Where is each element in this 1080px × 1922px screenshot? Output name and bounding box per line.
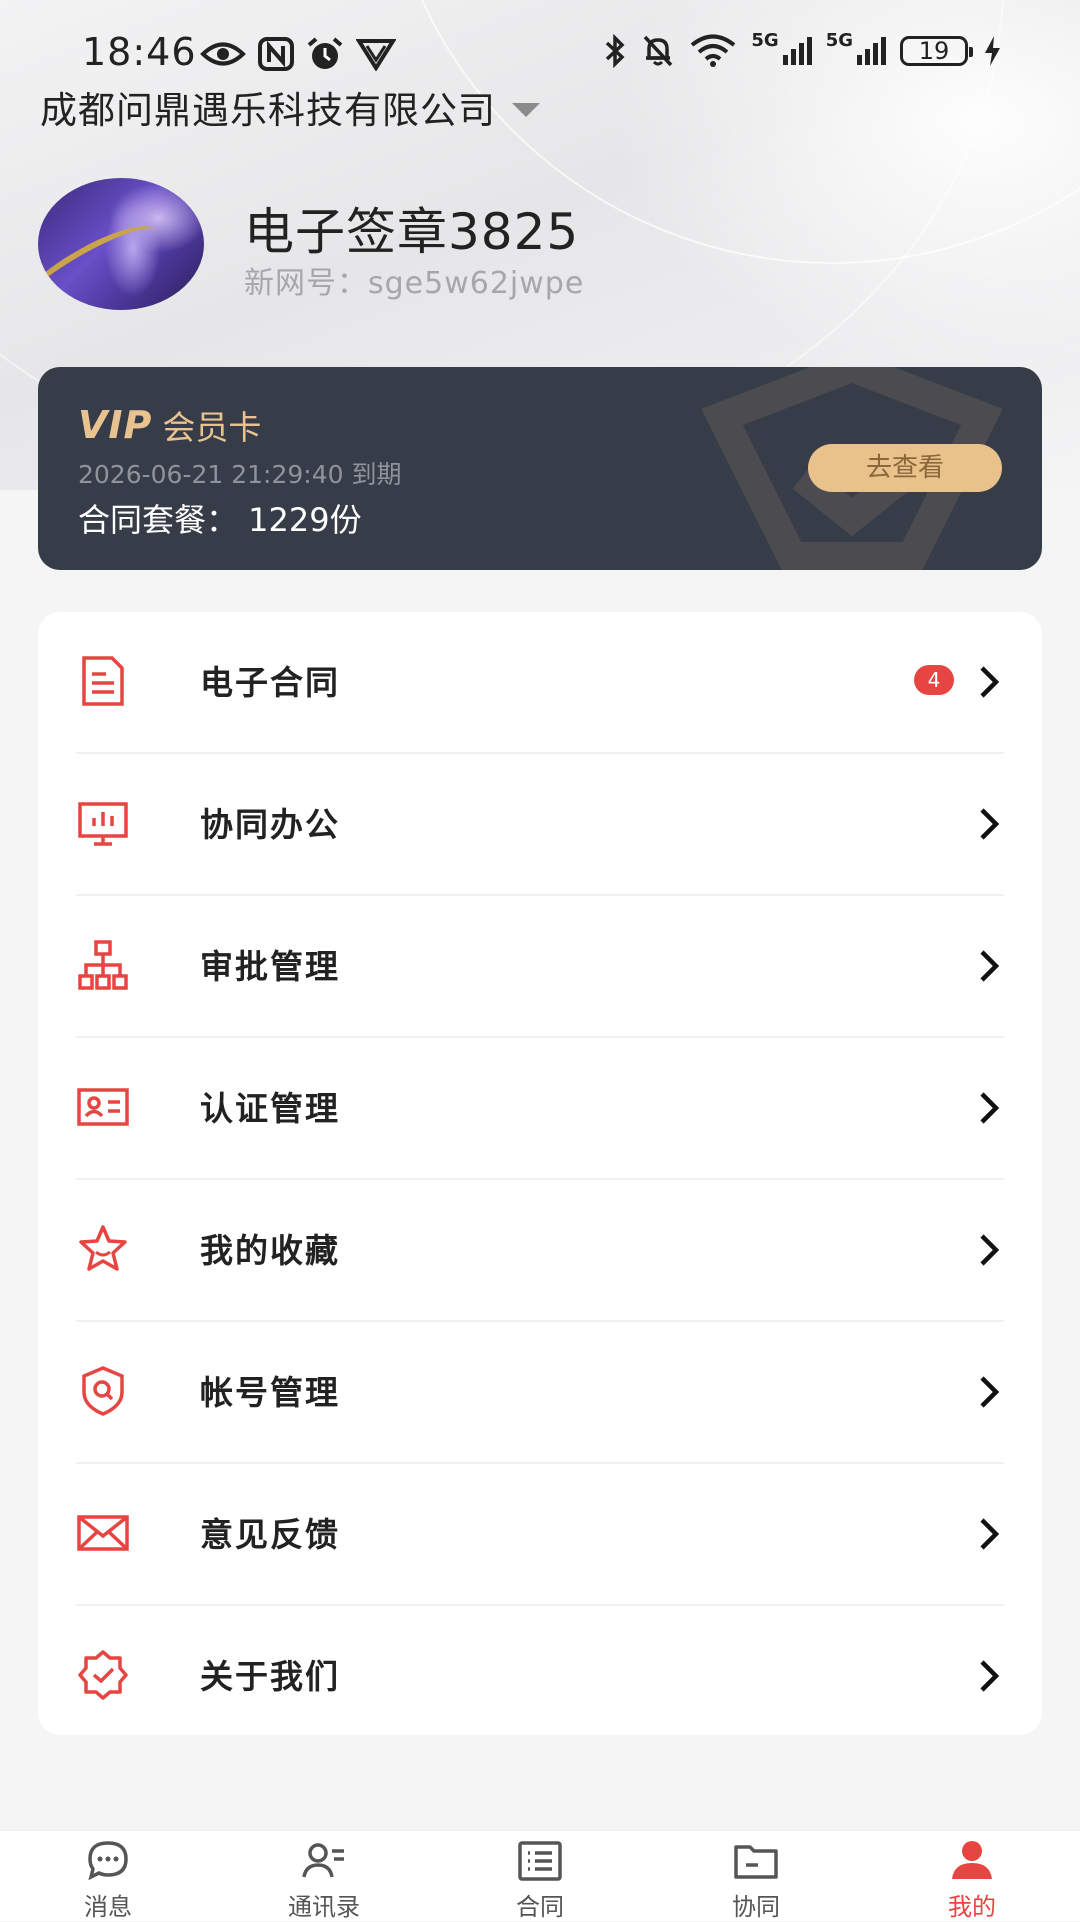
- notification-badge: 4: [914, 665, 954, 695]
- status-left-icons: [200, 36, 396, 72]
- menu-item-label: 关于我们: [200, 1657, 340, 1696]
- nav-label: 消息: [84, 1893, 132, 1921]
- menu-item-account[interactable]: 帐号管理: [76, 1320, 1004, 1462]
- vpn-shield-icon: [356, 39, 396, 71]
- monitor-icon: [78, 802, 128, 846]
- badge-check-icon: [78, 1650, 128, 1700]
- chevron-right-icon: [980, 1092, 1000, 1124]
- user-id-value: sge5w62jwpe: [368, 266, 585, 301]
- user-id-row: 新网号：sge5w62jwpe: [244, 258, 584, 302]
- chevron-right-icon: [980, 950, 1000, 982]
- battery-icon: 19: [900, 36, 973, 66]
- nav-item-collaboration[interactable]: 协同: [648, 1831, 864, 1921]
- caret-down-icon: [512, 103, 540, 117]
- company-name: 成都问鼎遇乐科技有限公司: [40, 89, 496, 132]
- vip-expire-date: 2026-06-21 21:29:40 到期: [78, 460, 402, 489]
- vip-card[interactable]: VIP 会员卡 2026-06-21 21:29:40 到期 合同套餐： 122…: [38, 367, 1042, 570]
- menu-item-verification[interactable]: 认证管理: [76, 1036, 1004, 1178]
- bottom-nav: 消息 通讯录 合同 协同 我的: [0, 1830, 1080, 1921]
- company-selector[interactable]: 成都问鼎遇乐科技有限公司: [40, 80, 540, 134]
- document-icon: [82, 656, 124, 706]
- nav-label: 协同: [732, 1893, 780, 1921]
- menu-item-feedback[interactable]: 意见反馈: [76, 1462, 1004, 1604]
- menu-item-label: 协同办公: [200, 805, 340, 844]
- charging-icon: [985, 36, 1000, 66]
- nav-item-contacts[interactable]: 通讯录: [216, 1831, 432, 1921]
- menu-item-label: 电子合同: [200, 663, 340, 702]
- org-chart-icon: [78, 940, 128, 990]
- chevron-right-icon: [980, 808, 1000, 840]
- id-card-icon: [77, 1088, 129, 1126]
- status-time: 18:46: [82, 30, 197, 74]
- shield-search-icon: [82, 1366, 124, 1416]
- vip-plan-quota: 合同套餐： 1229份: [78, 501, 362, 539]
- menu-item-about[interactable]: 关于我们: [76, 1604, 1004, 1746]
- signal-5g-icon: 5G: [826, 30, 886, 65]
- menu-item-label: 认证管理: [200, 1089, 340, 1128]
- menu-item-approval[interactable]: 审批管理: [76, 894, 1004, 1036]
- chat-icon: [88, 1841, 128, 1881]
- nav-item-mine[interactable]: 我的: [864, 1831, 1080, 1921]
- nav-label: 通讯录: [288, 1893, 360, 1921]
- chevron-right-icon: [980, 1660, 1000, 1692]
- mail-icon: [77, 1515, 129, 1551]
- vip-title-row: VIP 会员卡: [78, 401, 261, 449]
- menu-item-favorites[interactable]: 我的收藏: [76, 1178, 1004, 1320]
- mute-bell-icon: [644, 35, 673, 67]
- bluetooth-icon: [606, 34, 625, 68]
- vip-logo: VIP: [78, 403, 153, 447]
- user-id-label: 新网号：: [244, 266, 368, 301]
- chevron-right-icon: [980, 1518, 1000, 1550]
- user-name: 电子签章3825: [244, 203, 580, 261]
- view-vip-button[interactable]: 去查看: [808, 444, 1002, 492]
- menu-item-label: 帐号管理: [200, 1373, 340, 1412]
- chevron-right-icon: [980, 1234, 1000, 1266]
- menu-item-label: 意见反馈: [200, 1515, 340, 1554]
- chevron-right-icon: [980, 1376, 1000, 1408]
- menu-item-collaboration[interactable]: 协同办公: [76, 752, 1004, 894]
- vip-card-title: 会员卡: [162, 408, 262, 447]
- menu-list: 电子合同 4 协同办公 审批管理 认证管理 我的收藏 帐号管理 意见反馈 关于我…: [38, 612, 1042, 1735]
- status-right-icons: 5G 5G 19: [603, 30, 1002, 68]
- list-icon: [518, 1841, 562, 1881]
- star-icon: [79, 1225, 127, 1271]
- avatar[interactable]: [38, 178, 204, 310]
- nav-label: 合同: [516, 1893, 564, 1921]
- nav-item-contracts[interactable]: 合同: [432, 1831, 648, 1921]
- signal-5g-icon: 5G: [751, 30, 812, 65]
- menu-item-e-contract[interactable]: 电子合同 4: [76, 612, 1004, 752]
- wifi-icon: [691, 34, 736, 67]
- alarm-icon: [307, 37, 343, 69]
- chevron-right-icon: [980, 666, 1000, 698]
- nav-item-messages[interactable]: 消息: [0, 1831, 216, 1921]
- folder-icon: [734, 1845, 778, 1879]
- menu-item-label: 审批管理: [200, 947, 340, 986]
- menu-item-label: 我的收藏: [200, 1231, 340, 1270]
- contacts-icon: [302, 1843, 344, 1878]
- nfc-icon: [258, 37, 294, 71]
- nav-label: 我的: [948, 1893, 996, 1921]
- person-icon: [952, 1841, 992, 1879]
- eye-icon: [200, 42, 246, 66]
